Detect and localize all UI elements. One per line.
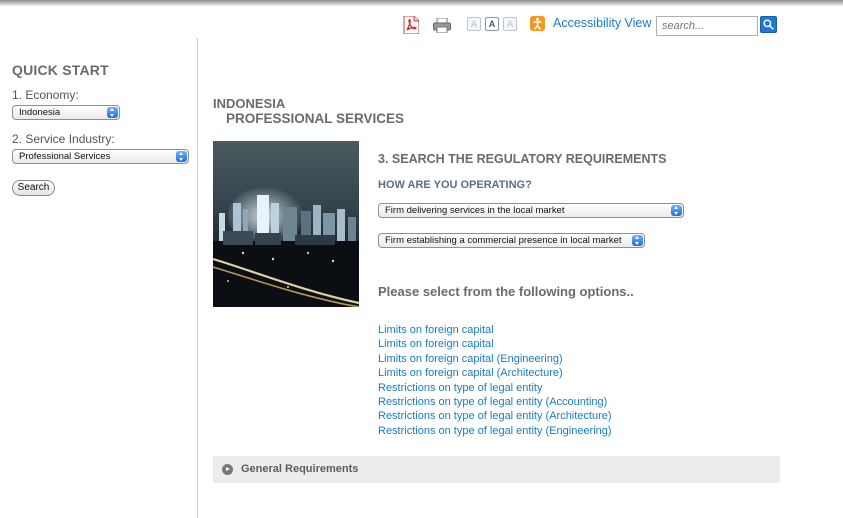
requirement-options-list: Limits on foreign capital Limits on fore… <box>378 323 612 438</box>
general-requirements-toggle[interactable]: General Requirements <box>213 456 780 483</box>
operating-mode-select-delivering[interactable]: Firm delivering services in the local ma… <box>378 203 684 218</box>
search-go-icon[interactable] <box>760 16 777 33</box>
print-icon[interactable] <box>433 18 451 33</box>
economy-select-value: Indonesia <box>19 107 61 118</box>
select-arrows-icon <box>107 107 118 118</box>
quick-start-sidebar: QUICK START 1. Economy: Indonesia 2. Ser… <box>0 38 198 518</box>
industry-heading: PROFESSIONAL SERVICES <box>226 111 405 126</box>
operating-mode-select-value: Firm delivering services in the local ma… <box>385 205 565 216</box>
service-industry-select[interactable]: Professional Services <box>12 149 189 164</box>
select-arrows-icon <box>671 205 682 216</box>
operating-mode-select-value: Firm establishing a commercial presence … <box>385 235 622 246</box>
expand-arrow-icon <box>222 464 233 475</box>
select-arrows-icon <box>632 235 643 246</box>
city-skyline-image <box>213 141 359 307</box>
options-title: Please select from the following options… <box>378 284 634 299</box>
step-search-title: 3. SEARCH THE REGULATORY REQUIREMENTS <box>378 152 667 166</box>
option-link[interactable]: Restrictions on type of legal entity (En… <box>378 424 612 438</box>
select-arrows-icon <box>176 151 187 162</box>
quick-start-title: QUICK START <box>12 62 109 78</box>
site-search-input[interactable] <box>656 16 758 36</box>
font-decrease-icon[interactable]: A <box>467 17 481 31</box>
service-industry-label: 2. Service Industry: <box>12 132 115 146</box>
operating-question: HOW ARE YOU OPERATING? <box>378 179 532 191</box>
option-link[interactable]: Restrictions on type of legal entity <box>378 381 612 395</box>
economy-label: 1. Economy: <box>12 88 79 102</box>
font-increase-icon[interactable]: A <box>503 17 517 31</box>
page-heading: INDONESIA PROFESSIONAL SERVICES <box>213 96 404 126</box>
general-requirements-label: General Requirements <box>241 463 359 475</box>
window-top-border <box>0 0 843 6</box>
option-link[interactable]: Limits on foreign capital <box>378 337 612 351</box>
font-normal-icon[interactable]: A <box>485 17 499 31</box>
economy-heading: INDONESIA <box>213 96 286 111</box>
option-link[interactable]: Limits on foreign capital (Engineering) <box>378 352 612 366</box>
option-link[interactable]: Restrictions on type of legal entity (Ar… <box>378 409 612 423</box>
option-link[interactable]: Limits on foreign capital <box>378 323 612 337</box>
quick-start-search-button[interactable]: Search <box>12 180 55 196</box>
economy-select[interactable]: Indonesia <box>12 105 120 120</box>
operating-mode-select-commercial[interactable]: Firm establishing a commercial presence … <box>378 233 645 248</box>
option-link[interactable]: Limits on foreign capital (Architecture) <box>378 366 612 380</box>
accessibility-icon[interactable] <box>530 16 545 31</box>
option-link[interactable]: Restrictions on type of legal entity (Ac… <box>378 395 612 409</box>
pdf-icon[interactable] <box>403 16 419 34</box>
service-industry-select-value: Professional Services <box>19 151 111 162</box>
accessibility-view-link[interactable]: Accessibility View <box>553 16 651 30</box>
